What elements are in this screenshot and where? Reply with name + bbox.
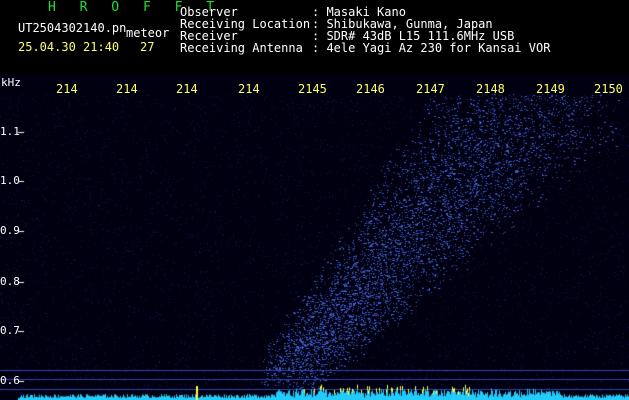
x-tick-8: 2149: [536, 82, 565, 96]
x-tick-1: 214: [116, 82, 138, 96]
meteor-count: 27: [140, 40, 155, 54]
x-tick-2: 214: [176, 82, 198, 96]
spectrogram-window: H R O F F T UT2504302140.pn meteor 25.04…: [0, 0, 629, 400]
x-tick-9: 2150: [594, 82, 623, 96]
image-filename: UT2504302140.pn: [18, 21, 127, 35]
antenna-value: : 4ele Yagi Az 230 for Kansai VOR: [312, 41, 551, 55]
y-unit-label: kHz: [1, 76, 21, 89]
y-tick-0: 1.1: [0, 125, 20, 138]
y-tick-5: 0.6: [0, 374, 20, 387]
y-tick-3: 0.8: [0, 275, 20, 288]
x-tick-0: 214: [56, 82, 78, 96]
y-tick-4: 0.7: [0, 324, 20, 337]
antenna-label: Receiving Antenna: [180, 41, 303, 55]
observation-datetime: 25.04.30 21:40: [18, 40, 120, 54]
x-tick-5: 2146: [356, 82, 385, 96]
spectrogram-canvas: [0, 74, 629, 400]
x-tick-7: 2148: [476, 82, 505, 96]
y-tick-1: 1.0: [0, 174, 20, 187]
x-tick-4: 2145: [298, 82, 327, 96]
meteor-label: meteor: [126, 26, 170, 40]
y-tick-2: 0.9: [0, 224, 20, 237]
spectrogram-plot: kHz 214 214 214 214 2145 2146 2147 2148 …: [0, 74, 629, 400]
header-panel: H R O F F T UT2504302140.pn meteor 25.04…: [0, 0, 629, 74]
x-tick-3: 214: [238, 82, 260, 96]
x-tick-6: 2147: [416, 82, 445, 96]
